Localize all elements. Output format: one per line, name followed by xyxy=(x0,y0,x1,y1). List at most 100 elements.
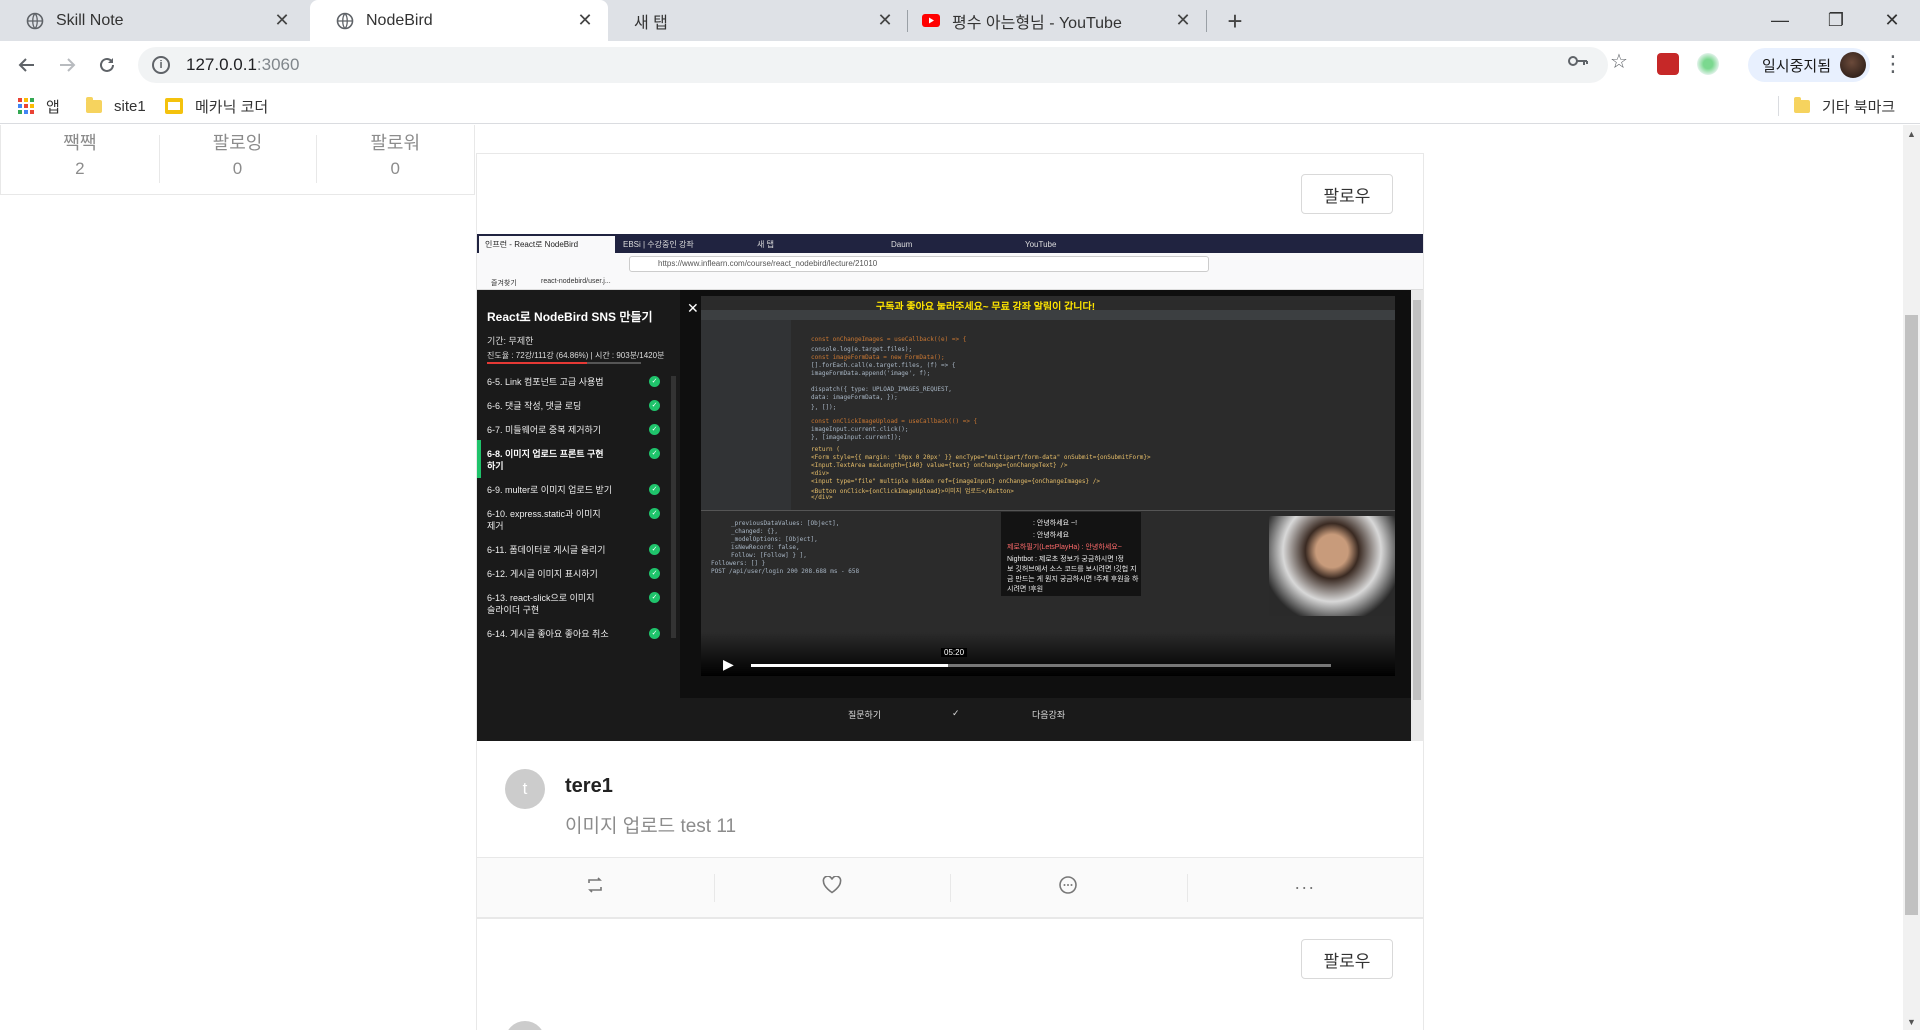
page-content: 짹짹 2 팔로잉 0 팔로워 0 팔로우 인프런 - React로 NodeBi… xyxy=(0,125,1903,1030)
embedded-tab-strip: 인프런 - React로 NodeBird EBSi | 수강중인 강좌 새 탭… xyxy=(477,234,1423,253)
stat-label: 팔로잉 xyxy=(212,133,263,153)
code-line: <Form style={{ margin: '10px 0 20px' }} … xyxy=(811,454,1151,461)
back-button[interactable] xyxy=(12,50,42,80)
chat-message: : 안녕하세요 xyxy=(1033,532,1070,539)
restore-button[interactable]: ❐ xyxy=(1808,0,1864,41)
bookmark-mechanic-coder[interactable]: 메카닉 코더 xyxy=(165,94,268,118)
stat-value: 0 xyxy=(390,159,400,178)
avatar xyxy=(1840,52,1866,78)
extension-icon[interactable] xyxy=(1657,53,1679,75)
embedded-course-sidebar: React로 NodeBird SNS 만들기 기간: 무제한 진도율 : 72… xyxy=(477,290,680,741)
profile-stats-card: 짹짹 2 팔로잉 0 팔로워 0 xyxy=(0,125,475,195)
extension-icon[interactable] xyxy=(1697,53,1719,75)
check-icon: ✓ xyxy=(649,568,660,579)
retweet-icon xyxy=(586,876,604,899)
check-icon: ✓ xyxy=(649,424,660,435)
embedded-url: https://www.inflearn.com/course/react_no… xyxy=(629,256,1209,272)
bookmark-site1[interactable]: site1 xyxy=(86,94,146,118)
lesson-item: 6-13. react-slick으로 이미지 슬라이더 구현 xyxy=(487,593,595,615)
embedded-tab: 인프런 - React로 NodeBird xyxy=(479,236,615,253)
comment-button[interactable] xyxy=(950,858,1187,917)
ask-question: 질문하기 xyxy=(848,710,882,720)
follow-button[interactable]: 팔로우 xyxy=(1301,174,1393,214)
folder-icon xyxy=(86,96,102,113)
streamer-webcam xyxy=(1269,516,1395,616)
scroll-down-icon[interactable]: ▼ xyxy=(1903,1013,1920,1030)
bookmark-apps[interactable]: 앱 xyxy=(18,94,60,118)
stat-following[interactable]: 팔로잉 0 xyxy=(158,125,317,194)
tab-youtube[interactable]: 평수 아는형님 - YouTube ✕ xyxy=(908,0,1206,41)
embedded-bookmark: react-nodebird/user.j... xyxy=(541,278,611,285)
bookmark-other[interactable]: 기타 북마크 xyxy=(1794,94,1895,118)
embedded-video: 구독과 좋아요 눌러주세요~ 무료 강좌 알림이 갑니다! const onCh… xyxy=(701,296,1395,676)
post-actions: ··· xyxy=(477,857,1423,917)
code-line: return ( xyxy=(811,446,840,453)
chat-message: 제로하필기(LetsPlayHa) : 안녕하세요~ xyxy=(1007,544,1122,551)
code-line: _previousDataValues: [Object], xyxy=(731,520,840,527)
code-line: const onClickImageUpload = useCallback((… xyxy=(811,418,978,425)
course-progress-bar xyxy=(487,362,641,364)
chat-message: : 안녕하세요 ~! xyxy=(1033,520,1078,527)
bookmark-label: 기타 북마크 xyxy=(1822,98,1896,116)
more-menu-icon[interactable]: ⋮ xyxy=(1882,53,1904,77)
complete-check: ✓ xyxy=(952,708,960,718)
course-title: React로 NodeBird SNS 만들기 xyxy=(487,310,653,324)
close-icon[interactable]: ✕ xyxy=(574,10,596,32)
embedded-bookmarks: 즐겨찾기 react-nodebird/user.j... xyxy=(477,275,1423,290)
code-line: data: imageFormData, }); xyxy=(811,394,898,401)
retweet-button[interactable] xyxy=(477,858,714,917)
url-text: 127.0.0.1:3060 xyxy=(186,55,300,74)
code-line: _changed: {}, xyxy=(731,528,778,535)
avatar[interactable] xyxy=(505,1021,545,1030)
new-tab-button[interactable]: + xyxy=(1220,6,1250,36)
lesson-item: 6-6. 댓글 작성, 댓글 로딩 xyxy=(487,401,582,411)
browser-tabstrip: Skill Note ✕ NodeBird ✕ 새 탭 ✕ 평수 아는형님 - … xyxy=(0,0,1920,41)
scroll-up-icon[interactable]: ▲ xyxy=(1903,125,1920,142)
minimize-button[interactable]: — xyxy=(1752,0,1808,41)
code-line: [].forEach.call(e.target.files, (f) => { xyxy=(811,362,956,369)
close-window-button[interactable]: ✕ xyxy=(1864,0,1920,41)
current-lesson-marker xyxy=(477,440,481,478)
stat-label: 팔로워 xyxy=(370,133,421,153)
check-icon: ✓ xyxy=(649,592,660,603)
bookmark-label: 앱 xyxy=(46,98,60,116)
profile-button[interactable]: 일시중지됨 xyxy=(1748,48,1870,82)
embedded-bookmark: 즐겨찾기 xyxy=(491,280,517,287)
post-content: 이미지 업로드 test 11 xyxy=(565,816,737,837)
tab-new-tab[interactable]: 새 탭 ✕ xyxy=(608,0,908,41)
tab-skill-note[interactable]: Skill Note ✕ xyxy=(0,0,305,41)
course-progress-text: 진도율 : 72강/111강 (64.86%) | 시간 : 903분/1420… xyxy=(487,351,665,360)
reload-button[interactable] xyxy=(92,50,122,80)
course-period: 기간: 무제한 xyxy=(487,336,534,346)
close-icon: ✕ xyxy=(687,300,699,316)
video-progress-track xyxy=(751,664,1331,667)
like-button[interactable] xyxy=(713,858,951,917)
avatar[interactable]: t xyxy=(505,769,545,809)
tab-title: Skill Note xyxy=(56,11,124,29)
lesson-item: 6-14. 게시글 좋아요 좋아요 취소 xyxy=(487,629,609,639)
stat-value: 2 xyxy=(75,159,85,178)
tab-nodebird[interactable]: NodeBird ✕ xyxy=(310,0,608,41)
page-scrollbar[interactable]: ▲ ▼ xyxy=(1903,125,1920,1030)
site-info-icon[interactable]: i xyxy=(152,56,170,74)
stat-tweets[interactable]: 짹짹 2 xyxy=(1,125,159,194)
star-icon[interactable]: ☆ xyxy=(1608,50,1630,73)
scroll-thumb[interactable] xyxy=(1905,315,1918,915)
close-icon[interactable]: ✕ xyxy=(271,10,293,32)
follow-button[interactable]: 팔로우 xyxy=(1301,939,1393,979)
check-icon: ✓ xyxy=(649,508,660,519)
embedded-tab: Daum xyxy=(891,240,913,249)
code-line: <Input.TextArea maxLength={140} value={t… xyxy=(811,462,1068,469)
code-line: }, []); xyxy=(811,404,837,411)
key-icon[interactable] xyxy=(1567,50,1589,72)
embedded-tab: EBSi | 수강중인 강좌 xyxy=(623,240,694,249)
post-image[interactable]: 인프런 - React로 NodeBird EBSi | 수강중인 강좌 새 탭… xyxy=(477,234,1423,741)
stat-followers[interactable]: 팔로워 0 xyxy=(316,125,474,194)
close-icon[interactable]: ✕ xyxy=(874,10,896,32)
address-bar[interactable]: i 127.0.0.1:3060 xyxy=(138,47,1608,83)
code-line: <div> xyxy=(811,470,830,477)
more-button[interactable]: ··· xyxy=(1186,858,1424,917)
forward-button[interactable] xyxy=(52,50,82,80)
code-line: Follow: [Follow] } ], xyxy=(731,552,807,559)
close-icon[interactable]: ✕ xyxy=(1172,10,1194,32)
